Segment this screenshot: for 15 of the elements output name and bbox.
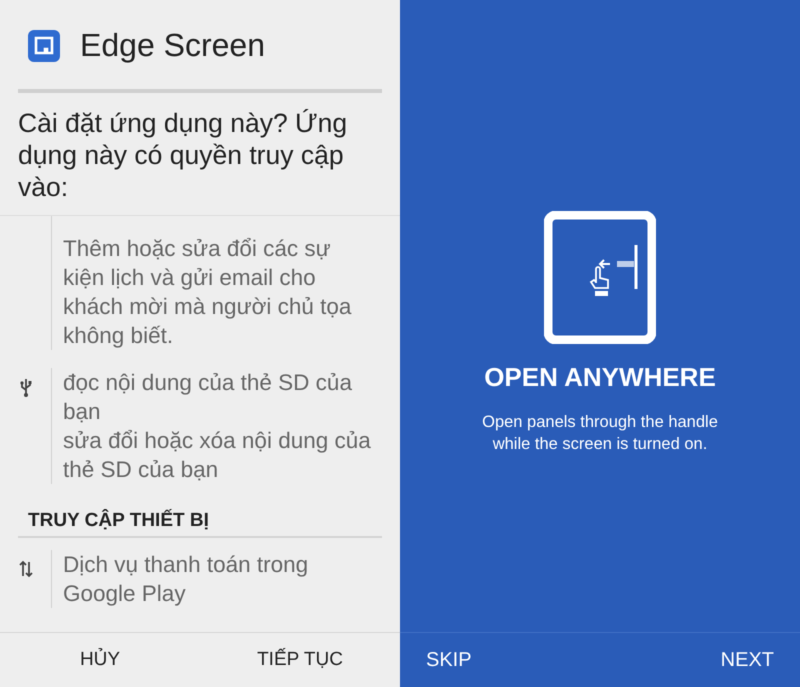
permission-text: sửa đổi hoặc xóa nội dung của thẻ SD của bạn xyxy=(63,427,372,484)
section-header: TRUY CẬP THIẾT BỊ xyxy=(18,510,382,538)
app-name: Edge Screen xyxy=(80,27,266,64)
app-icon xyxy=(28,30,60,62)
permission-text: Dịch vụ thanh toán trong Google Play xyxy=(63,551,310,608)
nav-button[interactable]: NEXT xyxy=(720,633,774,687)
transfer-icon xyxy=(18,560,32,578)
dialog-button[interactable]: HỦY xyxy=(0,633,200,687)
install-question: Cài đặt ứng dụng này? Ứng dụng này có quyền truy cập vào: xyxy=(17,107,348,203)
nav-button[interactable]: SKIP xyxy=(426,633,472,687)
dialog-button[interactable]: TIẾP TỤC xyxy=(200,633,400,687)
onboarding-description: Open panels through the handle while the screen is turned on. xyxy=(481,412,719,455)
permission-text: Thêm hoặc sửa đổi các sự kiện lịch và gửi email cho khách mời mà người chủ tọa không biết. xyxy=(63,235,352,350)
usb-icon xyxy=(20,378,32,398)
onboarding-title: OPEN ANYWHERE xyxy=(484,362,716,393)
